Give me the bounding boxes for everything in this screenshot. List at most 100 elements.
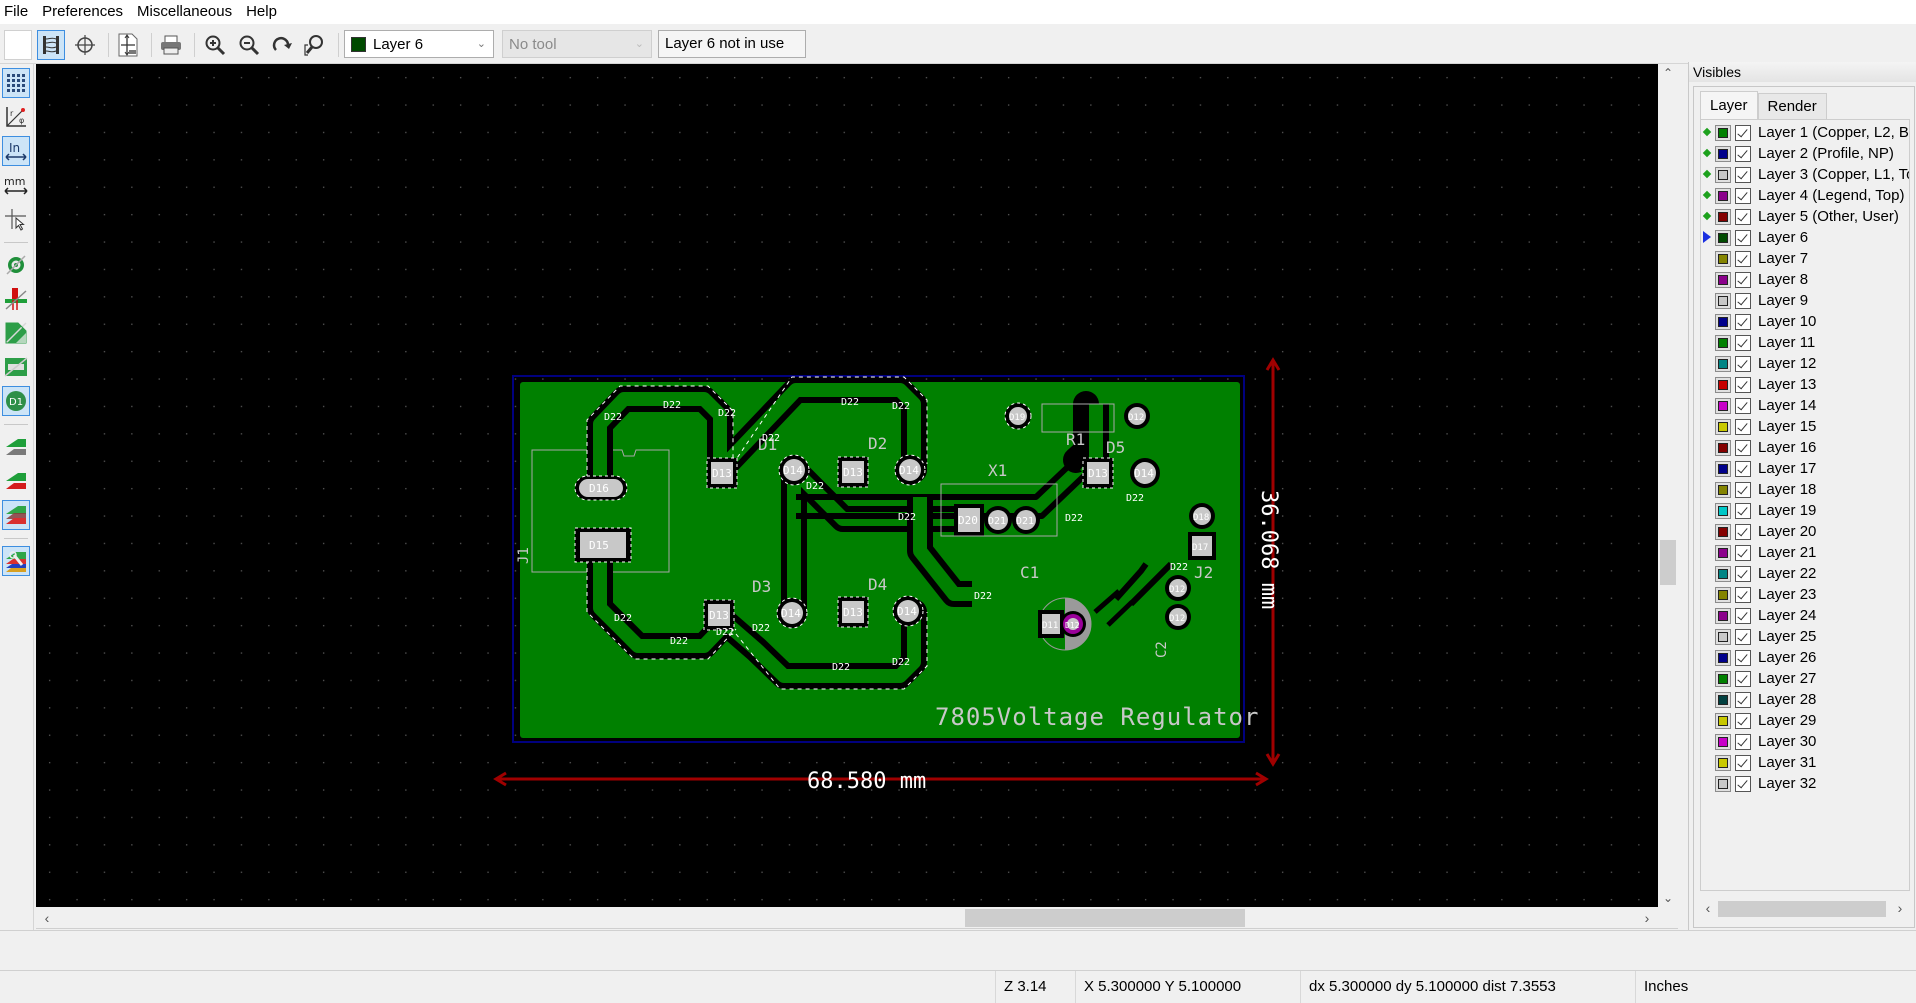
layer-color-swatch[interactable] (1715, 775, 1731, 792)
pcb-drawing[interactable]: J1 D16 D15 D13 D14 D13 D14 D13 D14 D13 D… (36, 64, 1658, 907)
zoom-in-button[interactable] (201, 30, 229, 60)
horizontal-scroll-thumb[interactable] (965, 909, 1245, 927)
layer-row[interactable]: Layer 7 (1701, 248, 1909, 269)
crosshair-button[interactable] (71, 30, 99, 60)
layer-color-swatch[interactable] (1715, 334, 1731, 351)
zone-sketch-toggle[interactable] (2, 352, 30, 382)
layer-visibility-checkbox[interactable] (1735, 628, 1751, 645)
chevron-up-icon[interactable]: ⌃ (1658, 66, 1678, 80)
layer-visibility-checkbox[interactable] (1735, 439, 1751, 456)
layer-row[interactable]: Layer 20 (1701, 521, 1909, 542)
layer-row[interactable]: Layer 27 (1701, 668, 1909, 689)
layer-visibility-checkbox[interactable] (1735, 502, 1751, 519)
canvas-vertical-scrollbar[interactable]: ⌃ ⌄ (1658, 64, 1678, 907)
chevron-right-icon[interactable]: › (1640, 910, 1654, 926)
layer-color-swatch[interactable] (1715, 754, 1731, 771)
layer-visibility-checkbox[interactable] (1735, 460, 1751, 477)
zoom-out-button[interactable] (235, 30, 263, 60)
layer-row[interactable]: Layer 23 (1701, 584, 1909, 605)
layer-color-swatch[interactable] (1715, 481, 1731, 498)
layer-pair-toggle[interactable] (2, 466, 30, 496)
menu-preferences[interactable]: Preferences (35, 0, 130, 24)
layer-row[interactable]: Layer 16 (1701, 437, 1909, 458)
layer-visibility-checkbox[interactable] (1735, 418, 1751, 435)
tab-layer[interactable]: Layer (1700, 91, 1758, 119)
layer-visibility-checkbox[interactable] (1735, 712, 1751, 729)
chevron-left-icon[interactable]: ‹ (40, 910, 54, 926)
layer-row[interactable]: Layer 19 (1701, 500, 1909, 521)
polar-coords-toggle[interactable]: r φ (2, 102, 30, 132)
layer-row[interactable]: Layer 30 (1701, 731, 1909, 752)
layer-visibility-checkbox[interactable] (1735, 292, 1751, 309)
layer-visibility-checkbox[interactable] (1735, 229, 1751, 246)
layer-row[interactable]: Layer 6 (1701, 227, 1909, 248)
track-sketch-toggle[interactable] (2, 318, 30, 348)
menu-file[interactable]: File (0, 0, 35, 24)
layer-visibility-checkbox[interactable] (1735, 187, 1751, 204)
layer-color-swatch[interactable] (1715, 439, 1731, 456)
layer-color-swatch[interactable] (1715, 502, 1731, 519)
grid-toggle[interactable] (2, 68, 30, 98)
layer-color-swatch[interactable] (1715, 649, 1731, 666)
layer-row[interactable]: Layer 11 (1701, 332, 1909, 353)
layer-visibility-checkbox[interactable] (1735, 586, 1751, 603)
layer-row[interactable]: Layer 25 (1701, 626, 1909, 647)
tab-render[interactable]: Render (1757, 93, 1827, 119)
layer-color-swatch[interactable] (1715, 691, 1731, 708)
units-mm-toggle[interactable]: mm (2, 170, 30, 200)
layer-row[interactable]: Layer 15 (1701, 416, 1909, 437)
layer-color-swatch[interactable] (1715, 292, 1731, 309)
units-inches-toggle[interactable]: In (2, 136, 30, 166)
layer-color-swatch[interactable] (1715, 544, 1731, 561)
layer-visibility-checkbox[interactable] (1735, 397, 1751, 414)
net-names-toggle[interactable]: D1 (2, 386, 30, 416)
layer-row[interactable]: Layer 1 (Copper, L2, Bot) (1701, 122, 1909, 143)
layer-color-swatch[interactable] (1715, 628, 1731, 645)
layer-row[interactable]: Layer 9 (1701, 290, 1909, 311)
layer-visibility-checkbox[interactable] (1735, 481, 1751, 498)
layer-row[interactable]: Layer 31 (1701, 752, 1909, 773)
layer-row[interactable]: Layer 18 (1701, 479, 1909, 500)
chevron-right-icon[interactable]: › (1894, 900, 1906, 916)
pad-sketch-toggle[interactable] (2, 250, 30, 280)
via-sketch-toggle[interactable] (2, 284, 30, 314)
layer-visibility-checkbox[interactable] (1735, 145, 1751, 162)
pcb-canvas[interactable]: J1 D16 D15 D13 D14 D13 D14 D13 D14 D13 D… (36, 64, 1658, 907)
layer-row[interactable]: Layer 28 (1701, 689, 1909, 710)
chevron-down-icon[interactable]: ⌄ (1658, 891, 1678, 905)
menu-help[interactable]: Help (239, 0, 284, 24)
layer-color-swatch[interactable] (1715, 208, 1731, 225)
layer-row[interactable]: Layer 13 (1701, 374, 1909, 395)
layer-color-swatch[interactable] (1715, 418, 1731, 435)
menu-miscellaneous[interactable]: Miscellaneous (130, 0, 239, 24)
layer-row[interactable]: Layer 17 (1701, 458, 1909, 479)
layer-color-swatch[interactable] (1715, 145, 1731, 162)
layer-row[interactable]: Layer 2 (Profile, NP) (1701, 143, 1909, 164)
layer-color-swatch[interactable] (1715, 355, 1731, 372)
layer-color-swatch[interactable] (1715, 607, 1731, 624)
layer-select[interactable]: Layer 6 ⌄ (344, 30, 494, 58)
layer-row[interactable]: Layer 3 (Copper, L1, Top) (1701, 164, 1909, 185)
layer-row[interactable]: Layer 22 (1701, 563, 1909, 584)
layer-visibility-checkbox[interactable] (1735, 208, 1751, 225)
zoom-fit-button[interactable] (301, 30, 329, 60)
layer-color-swatch[interactable] (1715, 166, 1731, 183)
layer-row[interactable]: Layer 4 (Legend, Top) (1701, 185, 1909, 206)
layer-visibility-checkbox[interactable] (1735, 124, 1751, 141)
layer-color-swatch[interactable] (1715, 523, 1731, 540)
layer-manager-toggle[interactable] (2, 546, 30, 576)
layer-color-swatch[interactable] (1715, 733, 1731, 750)
layer-visibility-checkbox[interactable] (1735, 670, 1751, 687)
layer-visibility-checkbox[interactable] (1735, 754, 1751, 771)
layer-row[interactable]: Layer 21 (1701, 542, 1909, 563)
layer-row[interactable]: Layer 24 (1701, 605, 1909, 626)
layer-visibility-checkbox[interactable] (1735, 166, 1751, 183)
tool-select[interactable]: No tool ⌄ (502, 30, 652, 58)
layer-color-swatch[interactable] (1715, 250, 1731, 267)
chevron-left-icon[interactable]: ‹ (1702, 900, 1714, 916)
vertical-scroll-thumb[interactable] (1660, 540, 1676, 585)
layer-color-swatch[interactable] (1715, 565, 1731, 582)
layer-row[interactable]: Layer 12 (1701, 353, 1909, 374)
cursor-shape-toggle[interactable] (2, 204, 30, 234)
layer-visibility-checkbox[interactable] (1735, 691, 1751, 708)
